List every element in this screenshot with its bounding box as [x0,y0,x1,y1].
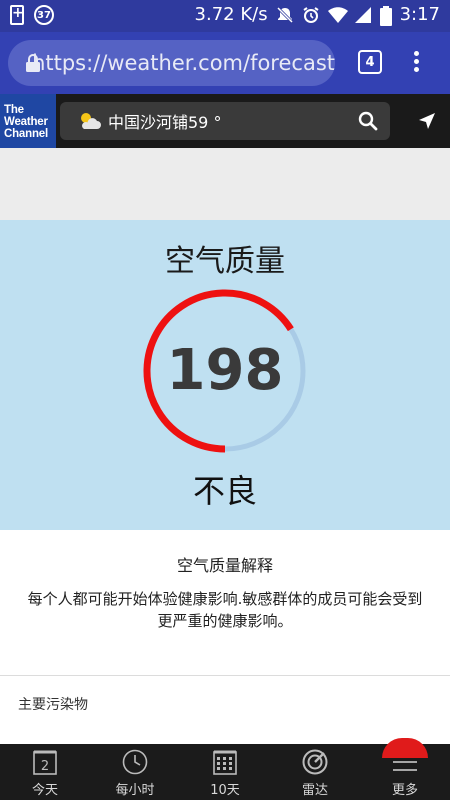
calendar-grid-icon [211,748,239,776]
wifi-icon [327,6,348,24]
current-location-temp: 中国沙河铺59 ° [108,113,222,132]
nav-today-label: 今天 [31,783,58,798]
weather-channel-logo[interactable]: The Weather Channel [0,94,56,148]
air-quality-title: 空气质量 [165,244,285,279]
browser-toolbar: https://weather.com/forecast 4 [0,32,450,94]
battery-icon [379,5,392,26]
floating-action-button[interactable] [382,738,428,758]
air-quality-index-value: 198 [166,338,284,403]
nav-today[interactable]: 2 今天 [0,744,90,800]
air-quality-panel: 空气质量 198 不良 [0,220,450,530]
ad-placeholder-band [0,148,450,220]
location-arrow-icon[interactable] [418,112,436,134]
search-icon[interactable] [358,111,378,135]
nav-10day[interactable]: 10天 [180,744,270,800]
lock-icon [24,40,40,86]
partly-cloudy-icon [78,111,102,131]
nav-hourly-label: 每小时 [115,783,155,798]
explanation-title: 空气质量解释 [176,556,273,575]
section-divider [0,675,450,676]
air-quality-level: 不良 [192,472,257,510]
site-header: The Weather Channel 中国沙河铺59 ° [0,94,450,148]
signal-icon [354,6,372,24]
network-speed: 3.72 K/s [194,4,268,25]
nav-10day-label: 10天 [210,783,240,798]
explanation-text: 每个人都可能开始体验健康影响.敏感群体的成员可能会受到更严重的健康影响。 [27,590,423,630]
mute-bell-icon [276,6,294,24]
calendar-day-icon: 2 [31,748,59,776]
clock-time: 3:17 [399,4,440,25]
tab-switcher-button[interactable]: 4 [358,50,382,74]
location-search-box[interactable]: 中国沙河铺59 ° [60,102,390,140]
overflow-menu-button[interactable] [408,48,424,76]
radar-icon [301,748,329,776]
nav-radar-label: 雷达 [301,783,328,798]
svg-text:2: 2 [41,759,49,774]
clock-icon [121,748,149,776]
main-pollutants-heading: 主要污染物 [18,697,88,713]
url-text: https://weather.com/forecast [32,51,335,75]
nav-hourly[interactable]: 每小时 [90,744,180,800]
air-quality-explanation: 空气质量解释 每个人都可能开始体验健康影响.敏感群体的成员可能会受到更严重的健康… [0,530,450,675]
battery-saver-icon [10,5,24,25]
nav-more-label: 更多 [391,783,418,798]
status-bar: 37 3.72 K/s 3:17 [0,0,450,32]
nav-radar[interactable]: 雷达 [270,744,360,800]
alarm-icon [302,6,320,24]
notification-count-badge: 37 [34,5,54,25]
url-field[interactable]: https://weather.com/forecast [8,40,335,86]
